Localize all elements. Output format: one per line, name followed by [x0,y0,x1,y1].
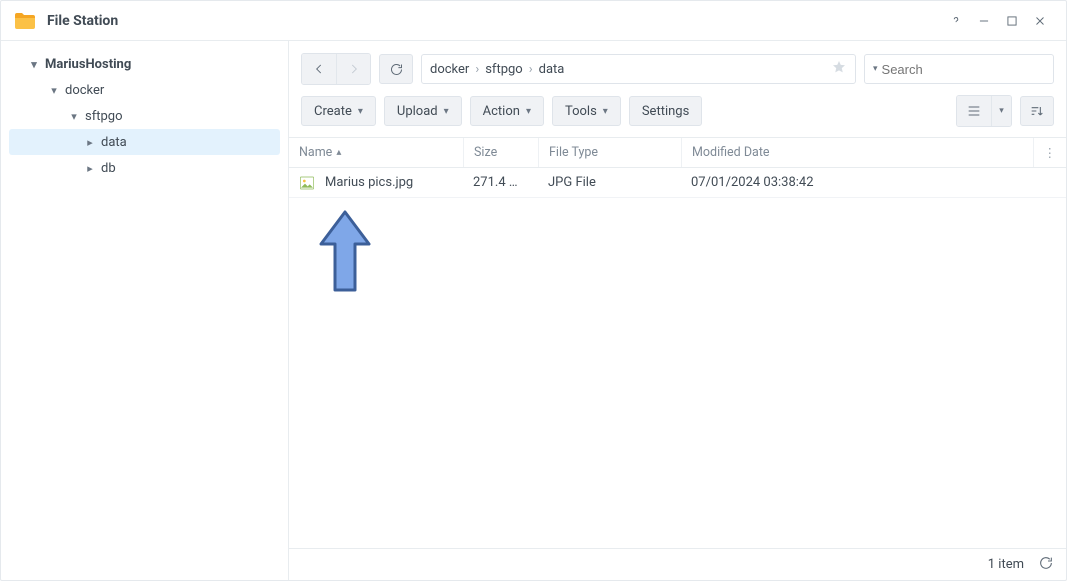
minimize-icon [977,14,991,28]
button-label: Create [314,104,352,119]
refresh-icon [389,62,404,77]
sidebar-item-label: docker [65,83,104,98]
close-icon [1033,14,1047,28]
search-box[interactable]: ▾ [864,54,1054,84]
caret-down-icon: ▾ [67,110,81,123]
column-header-type[interactable]: File Type [538,138,681,167]
table-row[interactable]: Marius pics.jpg 271.4 … JPG File 07/01/2… [289,168,1066,198]
caret-down-icon: ▾ [47,84,61,97]
item-count: 1 item [988,557,1024,572]
column-more-button[interactable]: ⋮ [1033,138,1067,167]
column-label: Modified Date [692,145,770,160]
cell-size: 271.4 … [463,168,538,197]
sidebar-item-db[interactable]: ▸ db [9,155,280,181]
refresh-icon [1038,555,1054,571]
breadcrumb-item[interactable]: sftpgo [485,62,523,77]
sidebar-root-label: MariusHosting [45,57,131,72]
toolbar-navigation: docker › sftpgo › data ▾ [289,41,1066,91]
image-file-icon [299,175,315,191]
caret-right-icon: ▸ [83,136,97,149]
breadcrumb-item[interactable]: docker [430,62,469,77]
tools-button[interactable]: Tools ▾ [552,96,621,126]
column-header-date[interactable]: Modified Date [681,138,1033,167]
status-refresh-button[interactable] [1038,555,1054,575]
sidebar-item-sftpgo[interactable]: ▾ sftpgo [9,103,280,129]
chevron-right-icon: › [475,62,479,77]
file-name: Marius pics.jpg [325,175,413,190]
caret-down-icon: ▾ [358,106,363,117]
column-label: Size [474,145,497,160]
column-label: File Type [549,145,598,160]
action-button[interactable]: Action ▾ [470,96,544,126]
annotation-arrow-up [317,208,373,298]
sort-toggle-icon [1029,103,1045,119]
caret-down-icon: ▾ [444,106,449,117]
table-body: Marius pics.jpg 271.4 … JPG File 07/01/2… [289,168,1066,548]
sidebar-item-data[interactable]: ▸ data [9,129,280,155]
column-header-size[interactable]: Size [463,138,538,167]
main-panel: docker › sftpgo › data ▾ [289,41,1066,580]
caret-right-icon: ▸ [83,162,97,175]
app-title: File Station [47,13,118,29]
sidebar-item-label: db [101,161,116,176]
button-label: Upload [397,104,438,119]
search-scope-caret[interactable]: ▾ [873,64,878,74]
nav-group [301,53,371,85]
more-vert-icon: ⋮ [1044,145,1057,161]
view-switcher: ▾ [956,95,1012,127]
refresh-button[interactable] [379,54,413,84]
view-dropdown-button[interactable]: ▾ [991,96,1011,126]
breadcrumb: docker › sftpgo › data [421,54,856,84]
sort-asc-icon: ▴ [336,147,341,158]
sidebar-item-docker[interactable]: ▾ docker [9,77,280,103]
upload-button[interactable]: Upload ▾ [384,96,462,126]
sidebar: ▾ MariusHosting ▾ docker ▾ sftpgo ▸ data… [1,41,289,580]
caret-down-icon: ▾ [526,106,531,117]
chevron-right-icon: › [529,62,533,77]
caret-down-icon: ▾ [27,58,41,71]
search-input[interactable] [882,62,1058,77]
column-label: Name [299,145,332,160]
help-button[interactable] [942,7,970,35]
minimize-button[interactable] [970,7,998,35]
app-folder-icon [13,9,37,33]
table-header: Name ▴ Size File Type Modified Date ⋮ [289,138,1066,168]
sort-toggle-button[interactable] [1020,96,1054,126]
button-label: Action [483,104,520,119]
sidebar-root[interactable]: ▾ MariusHosting [9,51,280,77]
list-view-button[interactable] [957,96,991,126]
button-label: Settings [642,104,689,119]
maximize-icon [1005,14,1019,28]
cell-date: 07/01/2024 03:38:42 [681,168,1040,197]
caret-down-icon: ▾ [603,106,608,117]
chevron-right-icon [347,62,361,76]
favorite-button[interactable] [831,59,847,79]
maximize-button[interactable] [998,7,1026,35]
cell-type: JPG File [538,168,681,197]
sidebar-item-label: data [101,135,127,150]
file-table: Name ▴ Size File Type Modified Date ⋮ [289,137,1066,580]
help-icon [949,14,963,28]
caret-down-icon: ▾ [999,106,1004,116]
chevron-left-icon [312,62,326,76]
nav-forward-button[interactable] [336,54,370,84]
sidebar-item-label: sftpgo [85,109,123,124]
close-button[interactable] [1026,7,1054,35]
button-label: Tools [565,104,597,119]
toolbar-actions: Create ▾ Upload ▾ Action ▾ Tools ▾ Setti… [289,91,1066,137]
nav-back-button[interactable] [302,54,336,84]
file-station-window: File Station ▾ MariusHosting ▾ docker [0,0,1067,581]
settings-button[interactable]: Settings [629,96,702,126]
create-button[interactable]: Create ▾ [301,96,376,126]
list-view-icon [966,103,982,119]
titlebar: File Station [1,1,1066,41]
cell-name: Marius pics.jpg [289,168,463,197]
column-header-name[interactable]: Name ▴ [289,138,463,167]
breadcrumb-item[interactable]: data [539,62,565,77]
status-bar: 1 item [289,548,1066,580]
star-icon [831,59,847,75]
